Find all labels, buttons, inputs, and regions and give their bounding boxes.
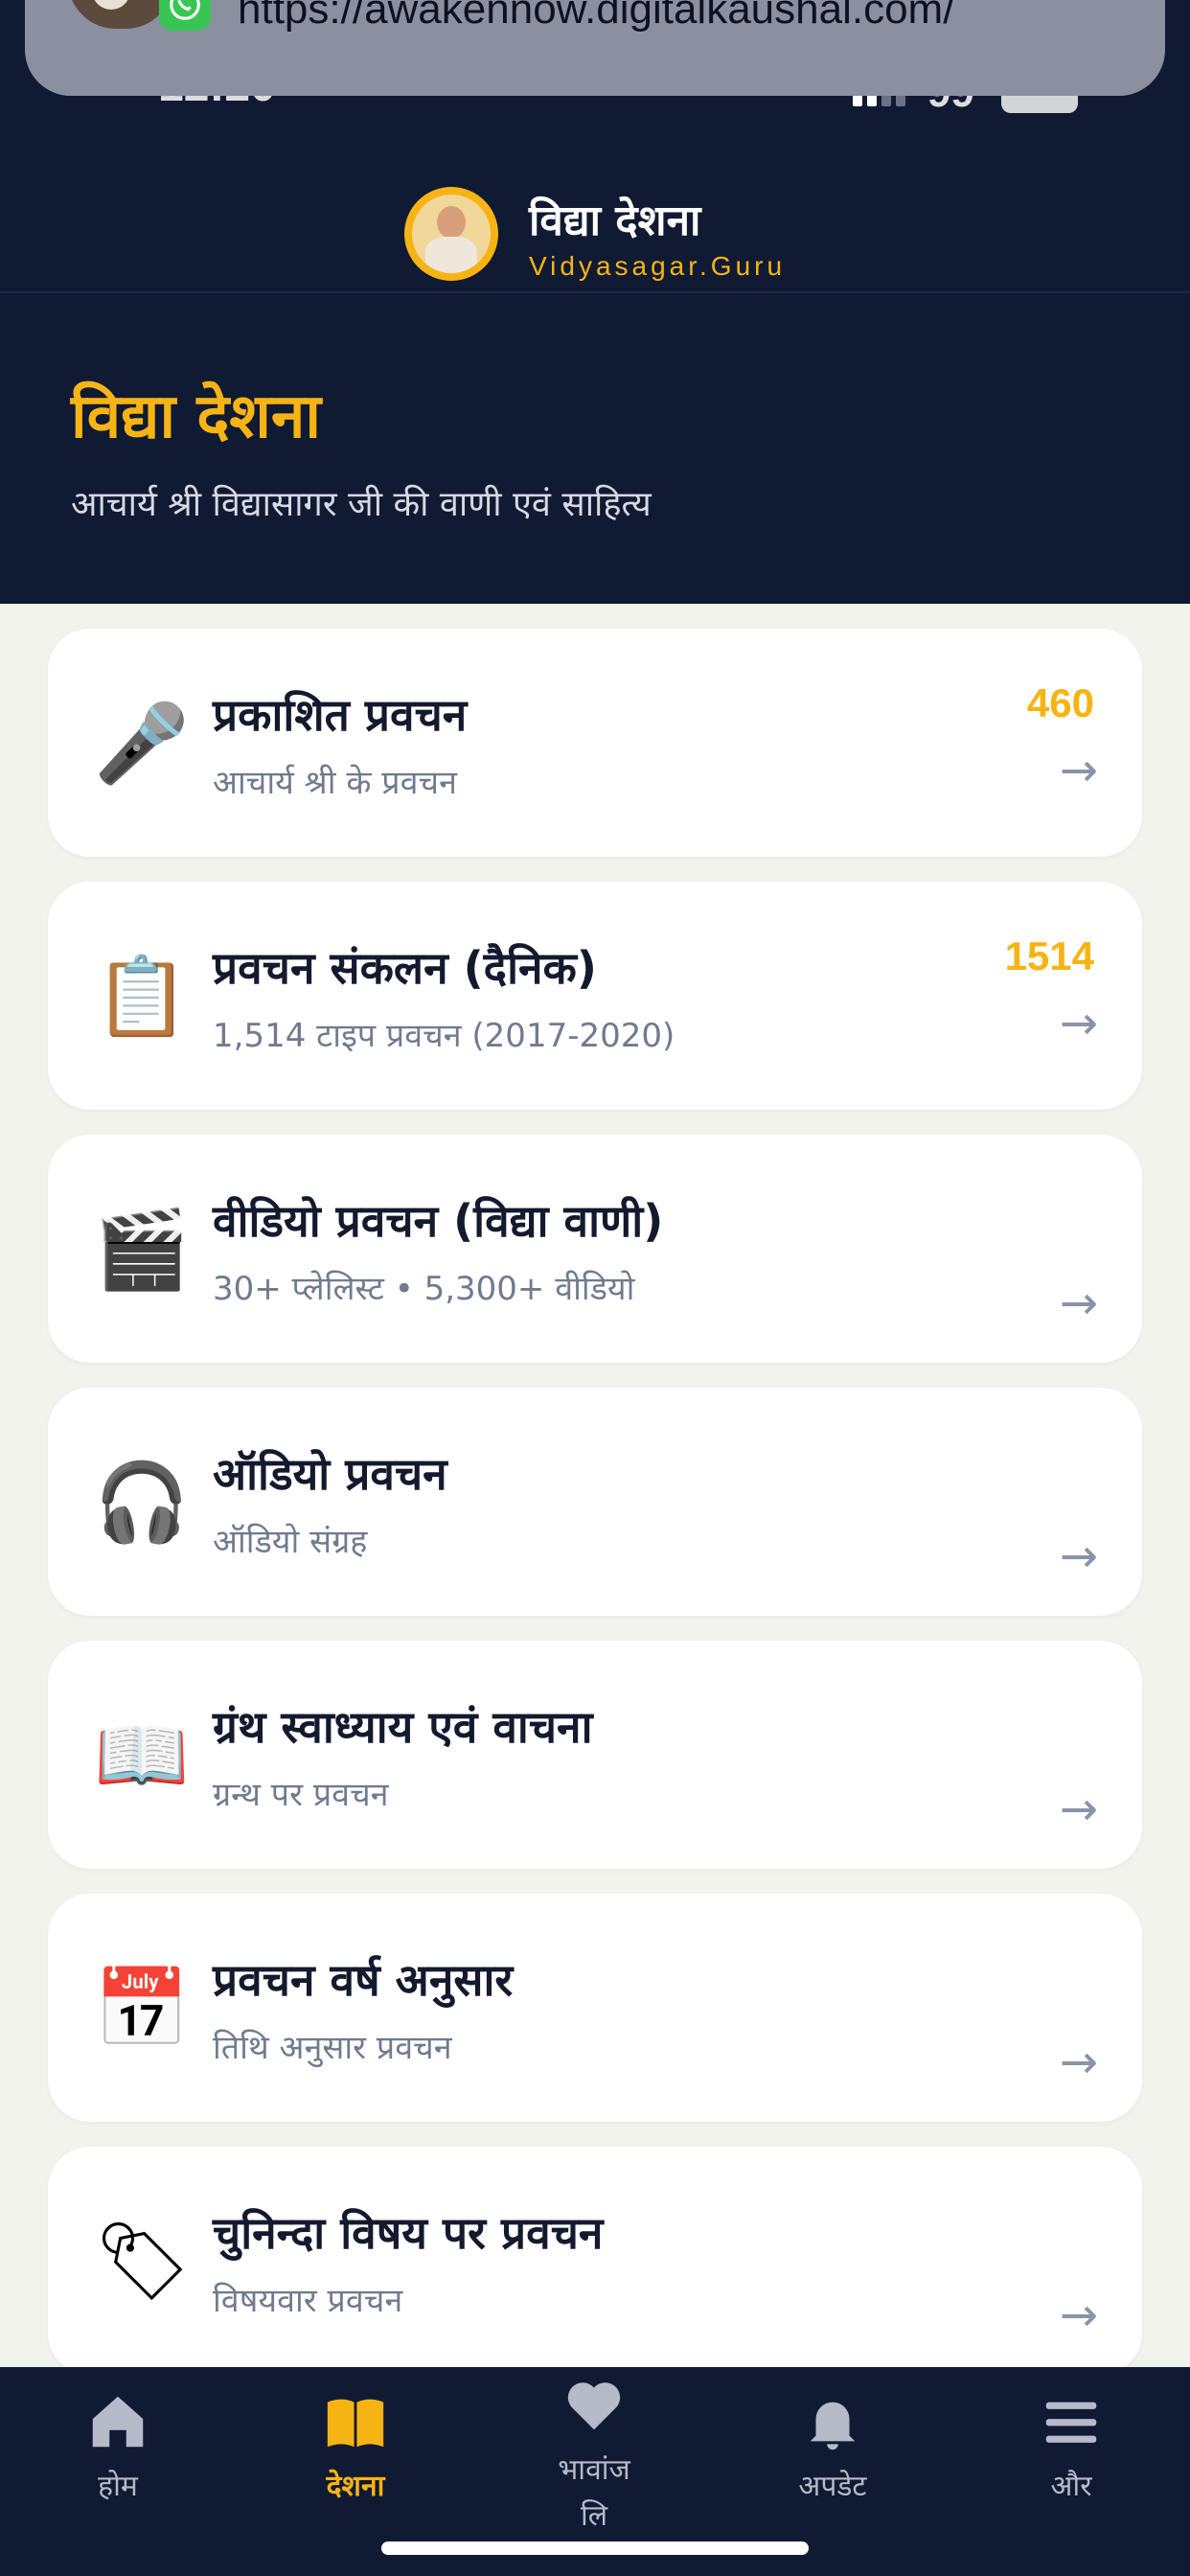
calendar-icon: 📅 — [94, 1964, 190, 2053]
card-count: 1514 — [1004, 933, 1094, 978]
open-book-icon: 📖 — [94, 1711, 190, 1800]
arrow-right-icon[interactable]: → — [1060, 2036, 1098, 2089]
card-title: ऑडियो प्रवचन — [213, 1448, 447, 1500]
book-icon — [327, 2399, 384, 2448]
arrow-right-icon[interactable]: → — [1060, 997, 1098, 1050]
tab-label: भावांज लि — [558, 2453, 630, 2533]
card-granth-swadhyay[interactable]: 📖 ग्रंथ स्वाध्याय एवं वाचना ग्रन्थ पर प्… — [48, 1641, 1142, 1869]
brand-title: विद्या देशना — [529, 196, 701, 245]
card-title: वीडियो प्रवचन (विद्या वाणी) — [213, 1195, 664, 1247]
card-subtitle: आचार्य श्री के प्रवचन — [213, 764, 457, 802]
card-title: प्रकाशित प्रवचन — [213, 689, 468, 741]
card-title: प्रवचन संकलन (दैनिक) — [213, 942, 597, 994]
card-subtitle: ग्रन्थ पर प्रवचन — [213, 1776, 389, 1814]
card-subtitle: 1,514 टाइप प्रवचन (2017-2020) — [213, 1017, 675, 1055]
clipboard-icon: 📋 — [94, 952, 190, 1041]
tab-label: होम — [98, 2470, 138, 2503]
tab-deshna[interactable]: देशना — [260, 2388, 451, 2504]
card-count: 460 — [1026, 680, 1094, 725]
card-subtitle: विषयवार प्रवचन — [213, 2282, 403, 2320]
home-icon — [92, 2396, 144, 2448]
home-indicator[interactable] — [381, 2542, 809, 2555]
arrow-right-icon[interactable]: → — [1060, 2288, 1098, 2342]
category-list: 🎤 प्रकाशित प्रवचन आचार्य श्री के प्रवचन … — [48, 629, 1142, 2400]
headphones-icon: 🎧 — [94, 1458, 190, 1547]
card-subtitle: ऑडियो संग्रह — [213, 1523, 368, 1561]
card-published-pravachan[interactable]: 🎤 प्रकाशित प्रवचन आचार्य श्री के प्रवचन … — [48, 629, 1142, 857]
app-header: विद्या देशना Vidyasagar.Guru — [0, 172, 1190, 293]
menu-icon — [1045, 2402, 1097, 2443]
card-topic-wise[interactable]: 🏷 चुनिन्दा विषय पर प्रवचन विषयवार प्रवचन… — [48, 2147, 1142, 2375]
card-title: प्रवचन वर्ष अनुसार — [213, 1954, 514, 2006]
arrow-right-icon[interactable]: → — [1060, 744, 1098, 797]
card-daily-compilation[interactable]: 📋 प्रवचन संकलन (दैनिक) 1,514 टाइप प्रवचन… — [48, 882, 1142, 1110]
microphone-icon: 🎤 — [94, 699, 190, 788]
tab-label: और — [1050, 2470, 1092, 2503]
tab-more[interactable]: और — [975, 2388, 1167, 2504]
page-title: विद्या देशना — [71, 381, 321, 452]
tab-updates[interactable]: अपडेट — [737, 2388, 928, 2504]
brand-subtitle: Vidyasagar.Guru — [529, 251, 787, 281]
sender-avatar — [68, 0, 173, 29]
card-audio-pravachan[interactable]: 🎧 ऑडियो प्रवचन ऑडियो संग्रह → — [48, 1388, 1142, 1616]
tab-home[interactable]: होम — [22, 2388, 214, 2504]
card-title: ग्रंथ स्वाध्याय एवं वाचना — [213, 1701, 593, 1753]
tab-label: देशना — [326, 2470, 385, 2503]
tab-bhavanjali[interactable]: भावांज लि — [498, 2371, 690, 2540]
bell-icon — [810, 2402, 856, 2450]
notification-banner[interactable]: https://awakennow.digitalkaushal.com/ — [25, 0, 1165, 96]
card-title: चुनिन्दा विषय पर प्रवचन — [213, 2207, 604, 2259]
card-year-wise[interactable]: 📅 प्रवचन वर्ष अनुसार तिथि अनुसार प्रवचन … — [48, 1894, 1142, 2122]
page-subtitle: आचार्य श्री विद्यासागर जी की वाणी एवं सा… — [71, 485, 652, 524]
banner-url[interactable]: https://awakennow.digitalkaushal.com/ — [238, 0, 954, 34]
card-video-pravachan[interactable]: 🎬 वीडियो प्रवचन (विद्या वाणी) 30+ प्लेलि… — [48, 1135, 1142, 1363]
tab-label: अपडेट — [798, 2470, 867, 2503]
heart-icon — [567, 2382, 621, 2430]
arrow-right-icon[interactable]: → — [1060, 1782, 1098, 1836]
arrow-right-icon[interactable]: → — [1060, 1276, 1098, 1330]
header-divider — [0, 291, 1190, 293]
whatsapp-icon — [159, 0, 211, 31]
card-subtitle: तिथि अनुसार प्रवचन — [213, 2029, 452, 2067]
guru-logo[interactable] — [404, 187, 498, 281]
arrow-right-icon[interactable]: → — [1060, 1530, 1098, 1583]
card-subtitle: 30+ प्लेलिस्ट • 5,300+ वीडियो — [213, 1270, 635, 1308]
bookmark-tag-icon: 🏷 — [94, 2217, 192, 2306]
clapper-board-icon: 🎬 — [94, 1205, 190, 1294]
